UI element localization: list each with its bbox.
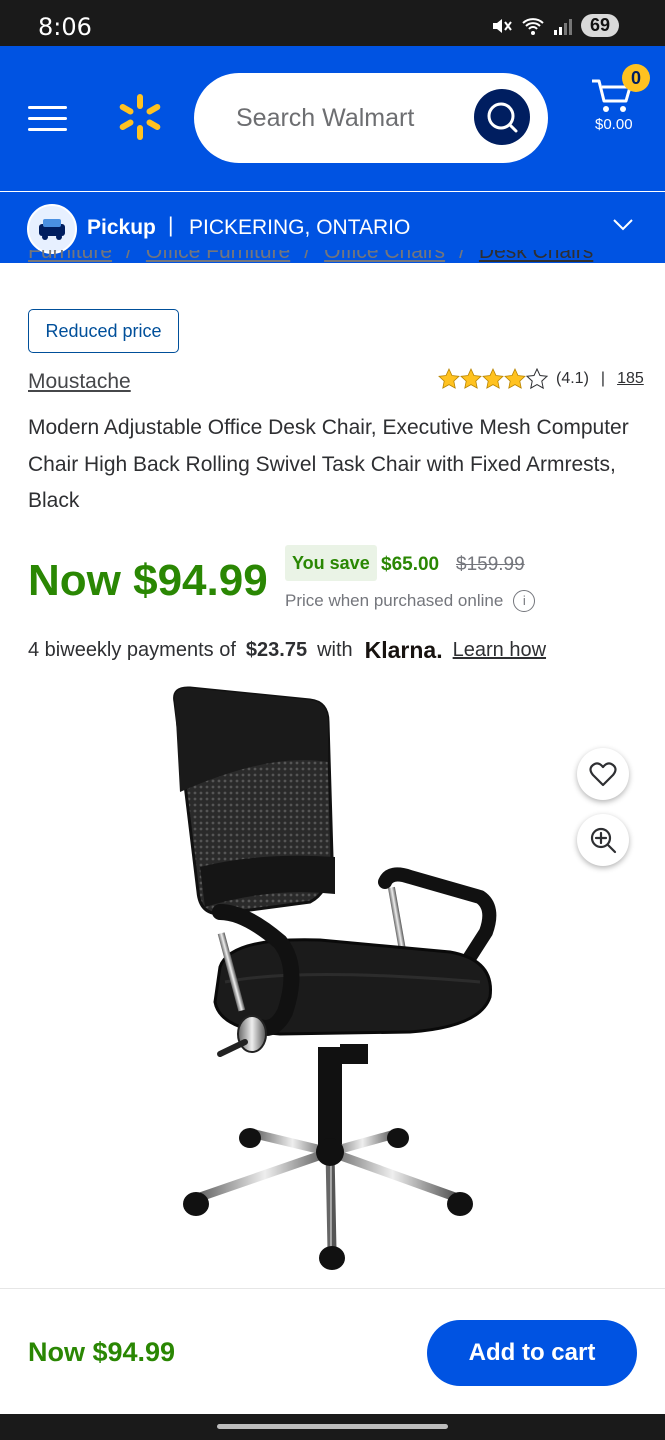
- signal-icon: [553, 18, 572, 35]
- pickup-location: PICKERING, ONTARIO: [189, 216, 411, 239]
- rating-summary[interactable]: (4.1) | 185: [438, 368, 644, 390]
- battery-indicator: 69: [580, 14, 619, 37]
- pickup-label: Pickup: [87, 216, 156, 239]
- status-bar: 8:06 69: [0, 0, 665, 46]
- menu-icon[interactable]: [28, 104, 68, 134]
- mute-icon: [492, 18, 512, 33]
- breadcrumb: Furniture / Office Furniture / Office Ch…: [28, 250, 638, 272]
- breadcrumb-furniture[interactable]: Furniture: [28, 250, 112, 264]
- klarna-with: with: [317, 639, 353, 661]
- brand-link[interactable]: Moustache: [28, 370, 131, 394]
- breadcrumb-separator: /: [304, 250, 311, 263]
- breadcrumb-separator: /: [459, 250, 465, 263]
- review-count-link[interactable]: 185: [617, 370, 644, 388]
- was-price: $159.99: [456, 554, 525, 575]
- walmart-spark-logo[interactable]: [115, 92, 165, 142]
- product-title: Modern Adjustable Office Desk Chair, Exe…: [28, 416, 629, 512]
- current-price: Now $94.99: [28, 556, 268, 605]
- search-input[interactable]: Search Walmart: [236, 104, 414, 133]
- cart-count-badge: 0: [622, 64, 650, 92]
- rating-value: (4.1): [556, 370, 589, 387]
- klarna-learn-how-link[interactable]: Learn how: [453, 639, 546, 662]
- star-rating-icon: [438, 368, 548, 389]
- you-save-label: You save: [285, 545, 377, 581]
- online-price-note: Price when purchased online i: [285, 590, 536, 612]
- breadcrumb-office-furniture[interactable]: Office Furniture: [146, 250, 290, 264]
- home-gesture-handle[interactable]: [217, 1424, 448, 1429]
- app-header: Search Walmart 0 $0.00: [0, 46, 665, 191]
- info-icon[interactable]: i: [513, 590, 536, 612]
- status-time: 8:06: [38, 13, 92, 41]
- pickup-car-icon: [27, 204, 77, 254]
- system-nav-bar: [0, 1414, 665, 1440]
- bottom-price: Now $94.99: [28, 1337, 176, 1367]
- wifi-icon: [522, 17, 544, 35]
- klarna-amount: $23.75: [245, 639, 308, 661]
- breadcrumb-office-chairs[interactable]: Office Chairs: [324, 250, 445, 264]
- search-bar[interactable]: Search Walmart: [194, 73, 548, 163]
- chevron-down-icon[interactable]: [612, 218, 634, 232]
- add-to-cart-button[interactable]: Add to cart: [427, 1320, 637, 1386]
- product-image[interactable]: [150, 682, 515, 1282]
- search-icon: [487, 102, 518, 133]
- bottom-purchase-bar: Now $94.99 Add to cart: [0, 1288, 665, 1415]
- breadcrumb-desk-chairs[interactable]: Desk Chairs: [479, 250, 593, 264]
- zoom-button[interactable]: [577, 814, 629, 866]
- rating-separator: |: [600, 370, 606, 387]
- reduced-price-badge: Reduced price: [28, 309, 179, 353]
- pickup-separator: |: [168, 214, 174, 237]
- save-amount: $65.00: [381, 554, 440, 575]
- cart-button[interactable]: 0 $0.00: [590, 64, 650, 148]
- klarna-payment-row: 4 biweekly payments of $23.75 with Klarn…: [28, 637, 546, 664]
- search-button[interactable]: [474, 89, 530, 145]
- klarna-logo: Klarna.: [364, 637, 443, 663]
- online-price-text: Price when purchased online: [285, 591, 504, 610]
- status-icons: 69: [491, 14, 619, 37]
- breadcrumb-separator: /: [126, 250, 132, 263]
- klarna-prefix: 4 biweekly payments of: [28, 639, 236, 661]
- cart-total: $0.00: [595, 116, 633, 133]
- favorite-button[interactable]: [577, 748, 629, 800]
- zoom-in-icon: [590, 827, 617, 854]
- heart-icon: [589, 762, 617, 787]
